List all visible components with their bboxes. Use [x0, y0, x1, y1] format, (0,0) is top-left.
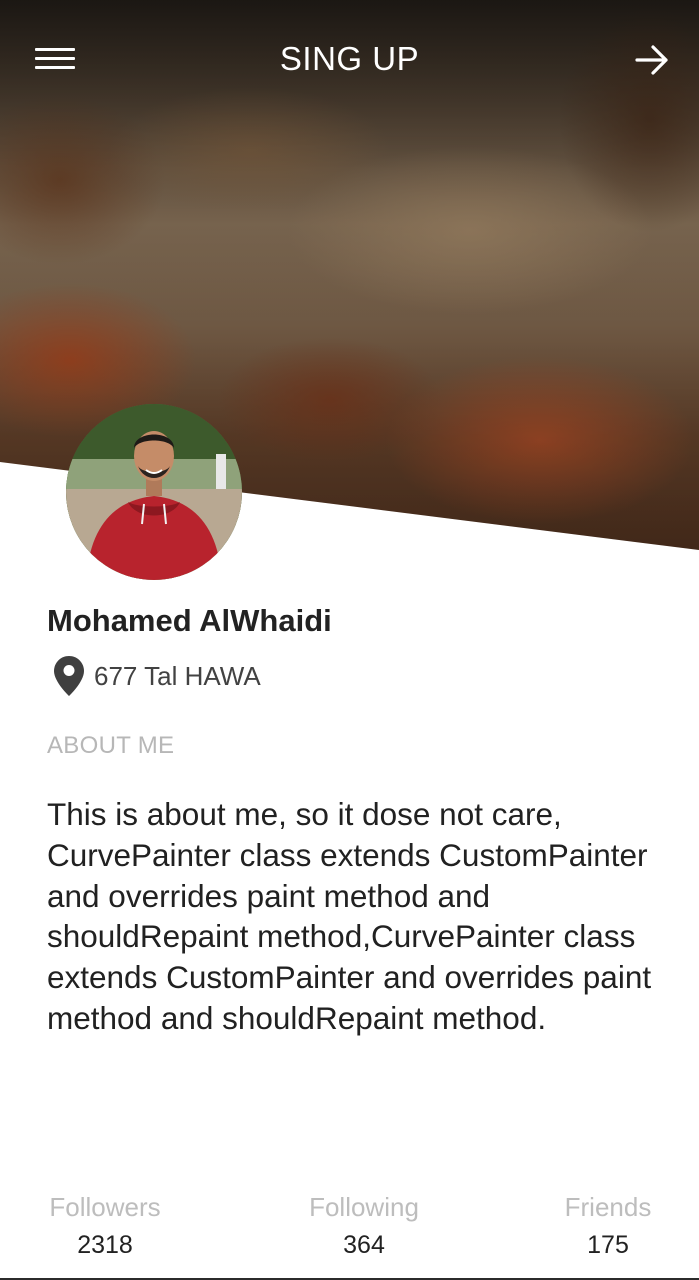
stat-friends[interactable]: Friends 175	[548, 1192, 668, 1260]
about-me-text: This is about me, so it dose not care, C…	[47, 796, 652, 1036]
stat-followers[interactable]: Followers 2318	[30, 1192, 180, 1260]
avatar	[66, 404, 242, 580]
stat-value: 364	[343, 1231, 385, 1259]
location-pin-icon	[54, 656, 84, 696]
stat-label: Friends	[564, 1192, 652, 1222]
stat-value: 2318	[77, 1231, 133, 1259]
profile-name: Mohamed AlWhaidi	[47, 603, 332, 638]
arrow-right-icon[interactable]	[634, 42, 670, 78]
about-me-label: ABOUT ME	[47, 732, 175, 759]
stats-row: Followers 2318 Following 364 Friends 175	[0, 1192, 699, 1272]
stat-label: Following	[309, 1192, 419, 1222]
stat-label: Followers	[49, 1192, 161, 1222]
stat-value: 175	[587, 1231, 629, 1259]
location-text: 677 Tal HAWA	[94, 660, 261, 691]
page-title: SING UP	[279, 40, 420, 77]
profile-location: 677 Tal HAWA	[53, 655, 261, 697]
stat-following[interactable]: Following 364	[289, 1192, 439, 1260]
